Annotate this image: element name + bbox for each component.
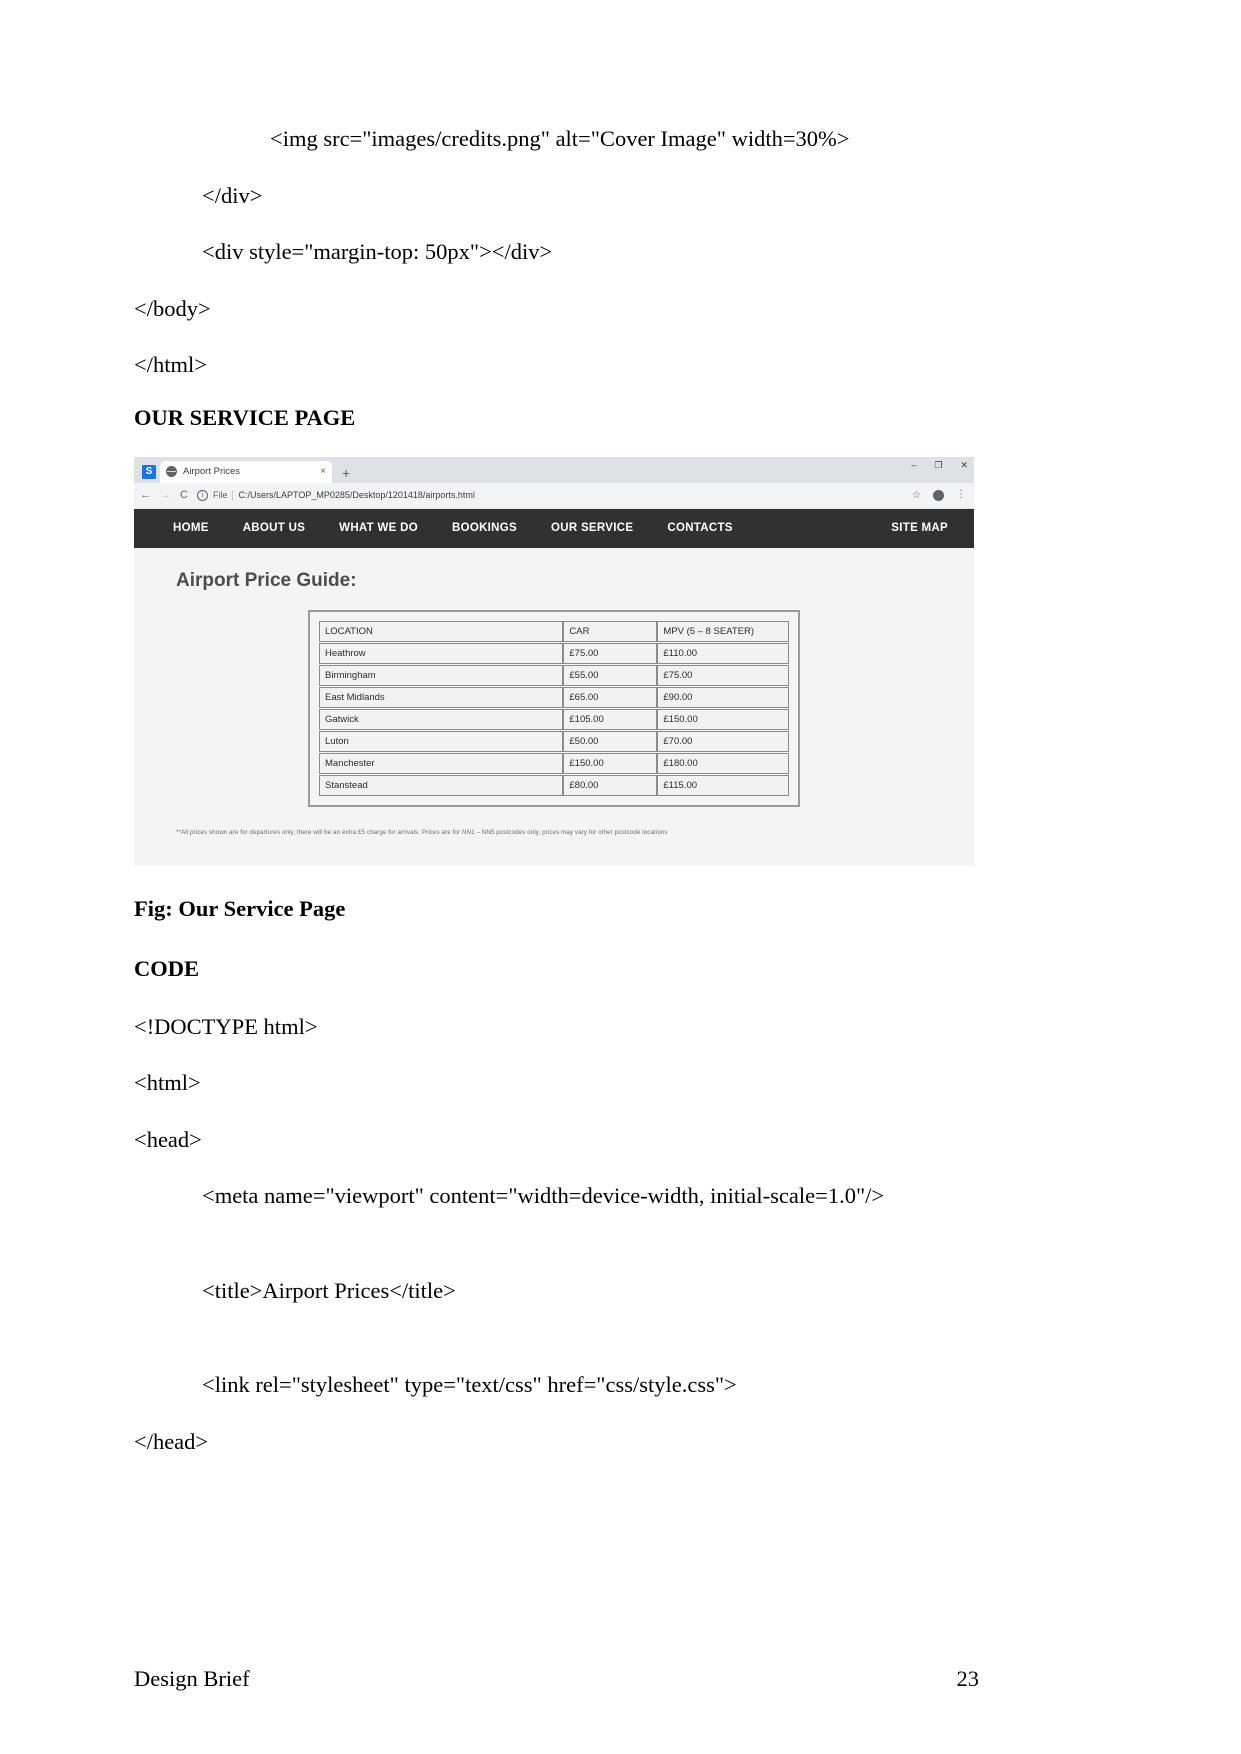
cell-location: Luton — [319, 730, 564, 752]
cell-car-price: £105.00 — [563, 708, 658, 730]
kebab-menu-icon[interactable]: ⋮ — [956, 490, 966, 500]
nav-item-site-map[interactable]: SITE MAP — [874, 522, 952, 534]
site-nav-items: HOME ABOUT US WHAT WE DO BOOKINGS OUR SE… — [156, 522, 750, 534]
code-line: <head> — [134, 1126, 202, 1152]
site-navigation-bar: HOME ABOUT US WHAT WE DO BOOKINGS OUR SE… — [134, 508, 974, 548]
table-row: Luton £50.00 £70.00 — [319, 730, 789, 752]
table-row: Heathrow £75.00 £110.00 — [319, 642, 789, 664]
back-icon[interactable]: ← — [140, 489, 151, 501]
cell-location: Stanstead — [319, 774, 564, 796]
address-bar[interactable]: i File C:/Users/LAPTOP_MP0285/Desktop/12… — [196, 489, 903, 501]
nav-item-what-we-do[interactable]: WHAT WE DO — [322, 522, 435, 534]
avatar[interactable] — [933, 489, 944, 501]
browser-tab-strip: S Airport Prices × + – ❐ ✕ — [134, 456, 974, 483]
code-line: <title>Airport Prices</title> — [202, 1277, 456, 1303]
code-line: <img src="images/credits.png" alt="Cover… — [270, 126, 850, 151]
cell-mpv-price: £110.00 — [657, 642, 789, 664]
code-line: <meta name="viewport" content="width=dev… — [202, 1183, 885, 1208]
code-line: <!DOCTYPE html> — [134, 1013, 318, 1039]
cell-mpv-price: £115.00 — [657, 774, 789, 796]
nav-item-about-us[interactable]: ABOUT US — [226, 522, 322, 534]
browser-brand-icon: S — [142, 464, 156, 479]
page-title: Airport Price Guide: — [176, 569, 357, 591]
price-table-container: LOCATION CAR MPV (5 – 8 SEATER) Heathrow… — [308, 609, 800, 807]
code-block-top: <img src="images/credits.png" alt="Cover… — [134, 126, 979, 377]
omnibox-actions: ☆ ⋮ — [912, 489, 968, 501]
heading-our-service-page: OUR SERVICE PAGE — [134, 404, 356, 430]
table-row: Gatwick £105.00 £150.00 — [319, 708, 789, 730]
cell-mpv-price: £90.00 — [657, 686, 789, 708]
figure-caption: Fig: Our Service Page — [134, 895, 346, 921]
code-line: </div> — [202, 182, 263, 208]
cell-car-price: £50.00 — [563, 730, 658, 752]
cell-location: Birmingham — [319, 664, 564, 686]
site-content: Airport Price Guide: LOCATION CAR MPV (5… — [134, 547, 974, 866]
nav-item-contacts[interactable]: CONTACTS — [650, 522, 749, 534]
browser-tab[interactable]: Airport Prices × — [160, 460, 332, 483]
page-number: 23 — [956, 1666, 980, 1691]
cell-car-price: £150.00 — [563, 752, 658, 774]
code-line: </head> — [134, 1428, 209, 1454]
cell-car-price: £80.00 — [563, 774, 658, 796]
code-line: </body> — [134, 295, 211, 321]
table-row: Stanstead £80.00 £115.00 — [319, 774, 789, 796]
footer-left-text: Design Brief — [134, 1666, 250, 1691]
star-icon[interactable]: ☆ — [912, 490, 921, 501]
airport-price-table: LOCATION CAR MPV (5 – 8 SEATER) Heathrow… — [319, 620, 789, 797]
forward-icon[interactable]: → — [160, 489, 171, 501]
cell-location: Manchester — [319, 752, 564, 774]
url-text: C:/Users/LAPTOP_MP0285/Desktop/1201418/a… — [238, 490, 475, 500]
cell-mpv-price: £180.00 — [657, 752, 789, 774]
price-footnote: **All prices shown are for departures on… — [176, 828, 668, 836]
code-block-bottom: <!DOCTYPE html> <html> <head> <meta name… — [134, 1013, 979, 1454]
cell-car-price: £55.00 — [563, 664, 658, 686]
cell-mpv-price: £75.00 — [657, 664, 789, 686]
cell-car-price: £65.00 — [563, 686, 658, 708]
cell-location: East Midlands — [319, 686, 564, 708]
nav-item-bookings[interactable]: BOOKINGS — [435, 522, 534, 534]
cell-mpv-price: £150.00 — [657, 708, 789, 730]
maximize-icon[interactable]: ❐ — [934, 460, 942, 470]
close-window-icon[interactable]: ✕ — [960, 460, 968, 470]
divider — [232, 489, 234, 501]
table-row: Birmingham £55.00 £75.00 — [319, 664, 789, 686]
code-line: <html> — [134, 1070, 201, 1095]
browser-omnibox-bar: ← → C i File C:/Users/LAPTOP_MP0285/Desk… — [134, 482, 974, 509]
browser-screenshot-figure: S Airport Prices × + – ❐ ✕ ← → C i File … — [134, 456, 974, 866]
code-line: <div style="margin-top: 50px"></div> — [202, 239, 553, 264]
code-line: <link rel="stylesheet" type="text/css" h… — [202, 1372, 737, 1397]
code-line: </html> — [134, 352, 207, 377]
globe-icon — [166, 466, 177, 477]
cell-location: Gatwick — [319, 708, 564, 730]
reload-icon[interactable]: C — [180, 489, 188, 501]
tab-title: Airport Prices — [183, 466, 241, 477]
column-header-mpv: MPV (5 – 8 SEATER) — [657, 620, 789, 642]
cell-location: Heathrow — [319, 642, 564, 664]
page-footer: Design Brief 23 — [134, 1666, 979, 1692]
info-icon[interactable]: i — [196, 489, 208, 501]
cell-mpv-price: £70.00 — [657, 730, 789, 752]
heading-code: CODE — [134, 955, 200, 981]
cell-car-price: £75.00 — [563, 642, 658, 664]
column-header-car: CAR — [563, 620, 658, 642]
close-icon[interactable]: × — [320, 466, 326, 477]
document-page: <img src="images/credits.png" alt="Cover… — [134, 0, 979, 1754]
column-header-location: LOCATION — [319, 620, 564, 642]
nav-item-our-service[interactable]: OUR SERVICE — [534, 522, 650, 534]
window-controls: – ❐ ✕ — [911, 460, 968, 470]
new-tab-button[interactable]: + — [342, 466, 350, 480]
file-scheme-label: File — [212, 490, 228, 500]
table-row: East Midlands £65.00 £90.00 — [319, 686, 789, 708]
table-header-row: LOCATION CAR MPV (5 – 8 SEATER) — [319, 620, 789, 642]
minimize-icon[interactable]: – — [911, 460, 916, 470]
nav-item-home[interactable]: HOME — [156, 522, 226, 534]
table-row: Manchester £150.00 £180.00 — [319, 752, 789, 774]
